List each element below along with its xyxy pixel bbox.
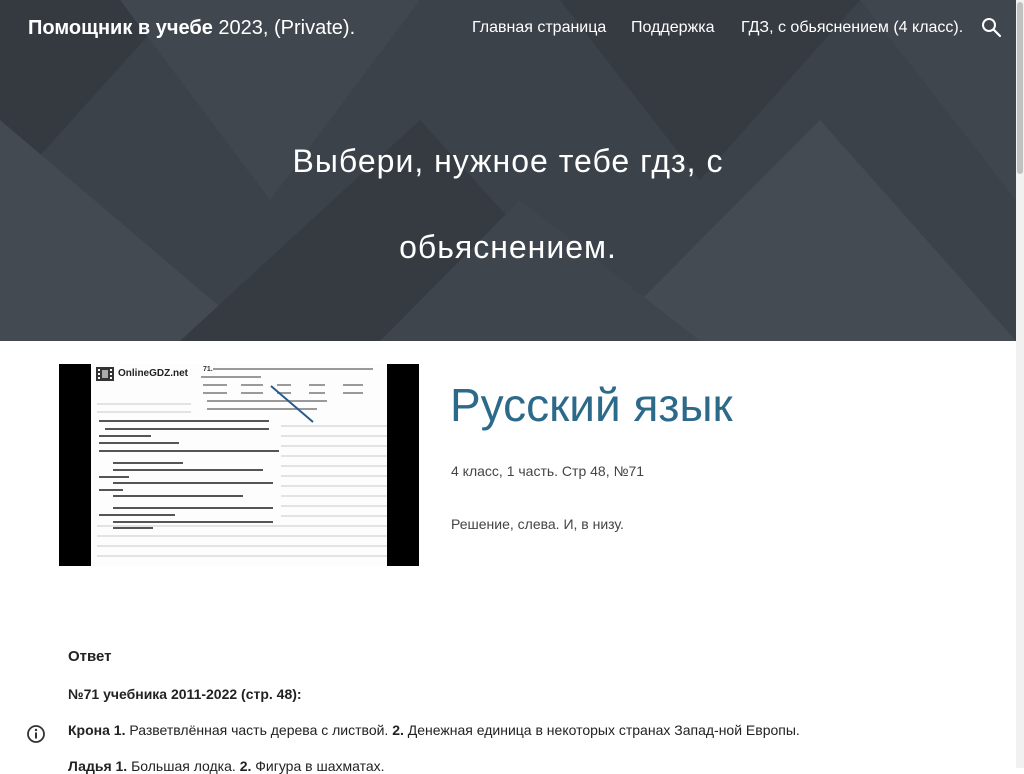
site-title[interactable]: Помощник в учебе 2023, (Private). [28,17,355,40]
site-title-bold: Помощник в учебе [28,17,213,39]
answer-number: 2. [392,722,404,738]
textbook-page-lines [97,368,387,557]
hero-title-line-1: Выбери, нужное тебе гдз, с [292,143,724,179]
hero-title: Выбери, нужное тебе гдз, с обьяснением. [0,118,1016,290]
search-icon[interactable] [980,16,1002,38]
answer-term: Ладья [68,758,112,774]
answer-term: Крона [68,722,110,738]
answer-number: 1. [113,722,126,738]
video-thumbnail[interactable]: OnlineGDZ.net 71. [59,364,419,566]
scrollbar-thumb[interactable] [1017,2,1023,174]
nav-link-gdz[interactable]: ГДЗ, с обьяснением (4 класс). [741,19,963,37]
site-title-rest: 2023, (Private). [218,17,356,39]
info-icon[interactable] [26,724,46,744]
subject-title: Русский язык [450,379,733,431]
textbook-heading: №71 учебника 2011-2022 (стр. 48): [68,686,302,702]
grade-page-info: 4 класс, 1 часть. Стр 48, №71 [451,463,645,479]
hero-banner: Помощник в учебе 2023, (Private). Главна… [0,0,1016,341]
hero-title-line-2: обьяснением. [399,229,617,265]
answer-line: Ладья 1. Большая лодка. 2. Фигура в шахм… [68,758,385,774]
answer-definition: Большая лодка. [131,758,236,774]
answer-definition: Фигура в шахматах. [255,758,385,774]
answer-number: 1. [115,758,128,774]
nav-link-home[interactable]: Главная страница [472,19,606,37]
textbook-page-image: OnlineGDZ.net 71. [91,364,387,566]
top-navigation: Помощник в учебе 2023, (Private). Главна… [0,0,1016,58]
answer-line: Крона 1. Разветвлённая часть дерева с ли… [68,722,800,738]
answer-definition: Разветвлённая часть дерева с листвой. [129,722,389,738]
answer-number: 2. [239,758,252,774]
answer-definition: Денежная единица в некоторых странах Зап… [407,722,800,738]
solution-hint: Решение, слева. И, в низу. [451,516,624,532]
nav-link-support[interactable]: Поддержка [631,19,714,37]
answer-heading: Ответ [68,648,112,665]
